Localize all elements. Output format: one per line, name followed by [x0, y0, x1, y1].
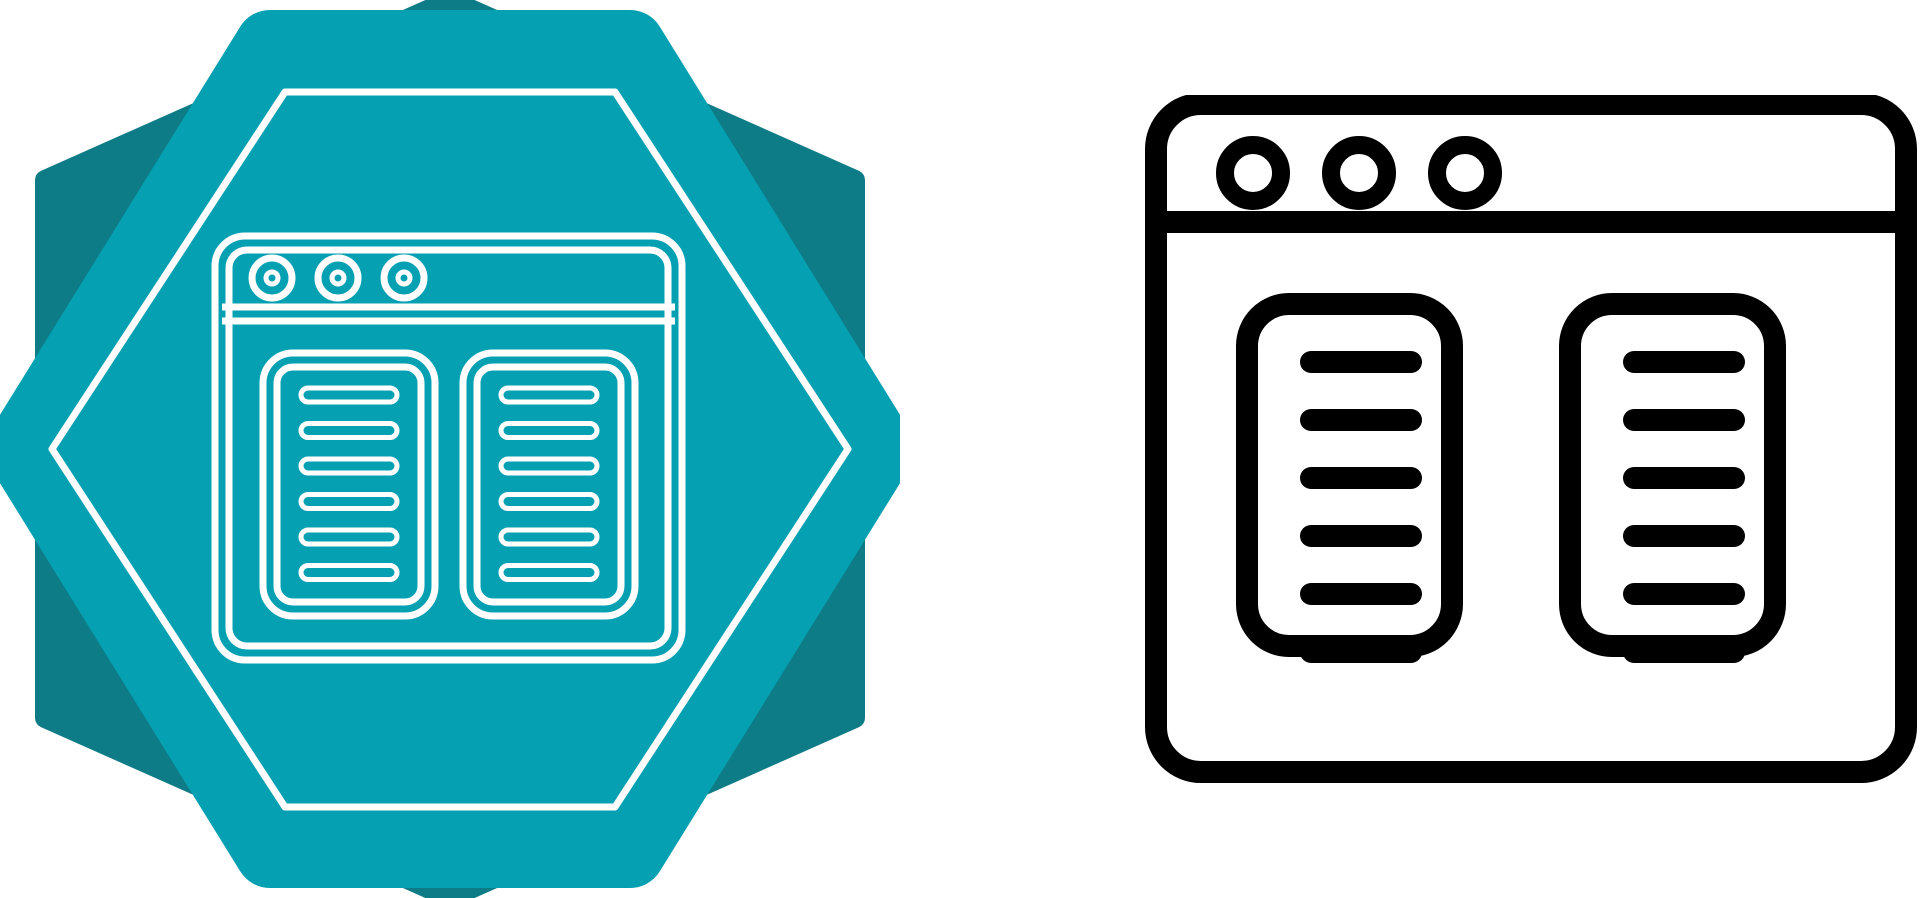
badge-svg: [0, 0, 900, 898]
outline-svg: [1145, 95, 1917, 783]
badge-browser-columns-icon: [0, 0, 900, 898]
outline-window-dot-center: [1247, 167, 1259, 179]
outline-window-dots: [1216, 136, 1502, 210]
outline-window-dot-center: [1353, 167, 1365, 179]
outline-window-dot-center: [1459, 167, 1471, 179]
outline-panels: [1236, 293, 1786, 663]
outline-browser-columns-icon: [1140, 95, 1920, 805]
